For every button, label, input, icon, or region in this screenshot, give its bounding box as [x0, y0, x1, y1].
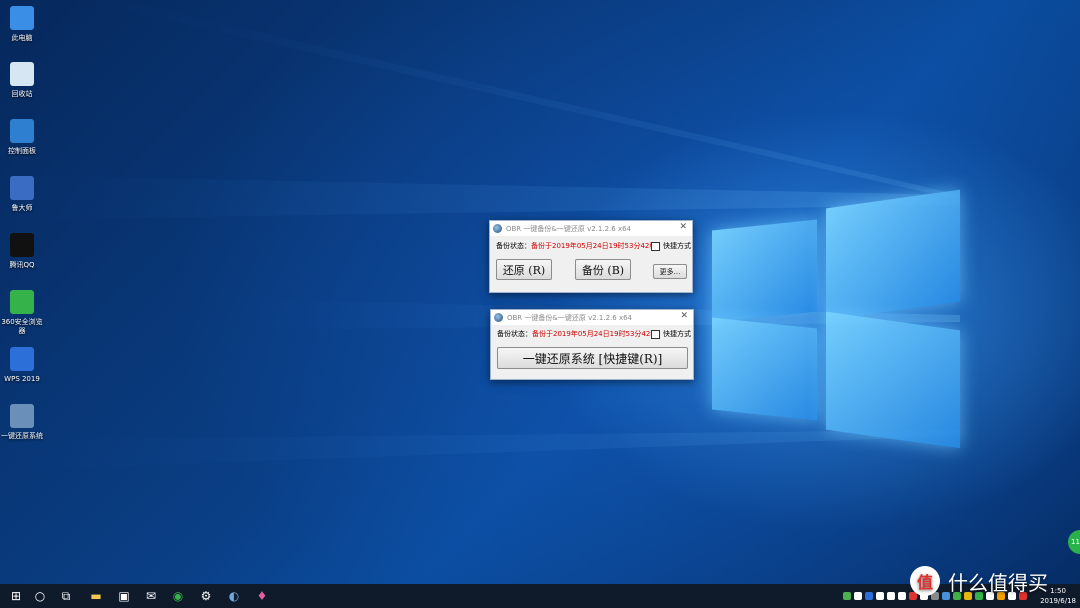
tray-icon[interactable]: [865, 592, 873, 600]
onekey-restore-icon[interactable]: ◐: [226, 588, 242, 604]
windows-logo: [700, 185, 970, 450]
checkbox-box[interactable]: [651, 241, 660, 251]
shortcut-checkbox[interactable]: 快捷方式: [651, 329, 691, 339]
obr-main-dialog[interactable]: OBR 一键备份&一键还原 v2.1.2.6 x64 ✕ 备份状态：备份于201…: [489, 220, 693, 293]
ludashi-icon: [10, 176, 34, 200]
shortcut-checkbox[interactable]: 快捷方式: [651, 241, 691, 251]
restore-button[interactable]: 还原 (R): [496, 259, 552, 280]
obr-app-icon: [494, 313, 503, 322]
desktop-icon-label: 控制面板: [8, 147, 36, 155]
obr-restore-dialog[interactable]: OBR 一键备份&一键还原 v2.1.2.6 x64 ✕ 备份状态：备份于201…: [490, 309, 694, 380]
control-panel-icon: [10, 119, 34, 143]
settings-icon[interactable]: ⚙: [198, 588, 214, 604]
desktop: 此电脑回收站控制面板鲁大师腾讯QQ 360安全浏览器 WPS 2019 一键还原系统 …: [0, 0, 1080, 584]
onekey-restore-system-button[interactable]: 一键还原系统 [快捷键(R)]: [497, 347, 688, 369]
qq-icon: [10, 233, 34, 257]
browser-360-icon[interactable]: ◉: [170, 588, 186, 604]
desktop-icon[interactable]: 控制面板: [0, 119, 44, 156]
backup-button[interactable]: 备份 (B): [575, 259, 631, 280]
close-icon[interactable]: ✕: [680, 311, 688, 321]
watermark-badge: 值: [910, 566, 940, 596]
smzdm-watermark: 值 什么值得买: [910, 566, 1048, 596]
dialog-title: OBR 一键备份&一键还原 v2.1.2.6 x64: [507, 313, 632, 322]
tray-icon[interactable]: [898, 592, 906, 600]
recycle-bin-icon: [10, 62, 34, 86]
shortcut-label: 快捷方式: [663, 242, 691, 250]
close-icon[interactable]: ✕: [679, 222, 687, 232]
task-view-icon[interactable]: ⧉: [58, 588, 74, 604]
tray-icon[interactable]: [854, 592, 862, 600]
status-value: 备份于2019年05月24日19时53分42秒: [532, 330, 658, 338]
clock-date: 2019/6/18: [1040, 597, 1076, 605]
dialog-title: OBR 一键备份&一键还原 v2.1.2.6 x64: [506, 224, 631, 233]
desktop-icon-label: 此电脑: [11, 34, 33, 42]
start-icon[interactable]: ⊞: [8, 588, 24, 604]
checkbox-box[interactable]: [651, 329, 660, 339]
browser-360-icon: [10, 290, 34, 314]
backup-status: 备份状态：备份于2019年05月24日19时53分42秒: [497, 329, 657, 339]
wps-icon: [10, 347, 34, 371]
desktop-icon[interactable]: WPS 2019: [0, 347, 44, 384]
desktop-icon[interactable]: 此电脑: [0, 6, 44, 43]
tray-icon[interactable]: [887, 592, 895, 600]
file-explorer-icon[interactable]: ▬: [88, 588, 104, 604]
status-label: 备份状态：: [496, 242, 531, 250]
more-button[interactable]: 更多...: [653, 264, 687, 279]
desktop-icon[interactable]: 腾讯QQ: [0, 233, 44, 270]
desktop-icon[interactable]: 回收站: [0, 62, 44, 99]
tray-icon[interactable]: [843, 592, 851, 600]
shortcut-label: 快捷方式: [663, 330, 691, 338]
desktop-icon-label: 一键还原系统: [1, 432, 43, 440]
desktop-icon-label: 鲁大师: [11, 204, 33, 212]
store-icon[interactable]: ▣: [116, 588, 132, 604]
desktop-icon[interactable]: 鲁大师: [0, 176, 44, 213]
onekey-restore-icon: [10, 404, 34, 428]
obr-app-icon: [493, 224, 502, 233]
tray-icon[interactable]: [876, 592, 884, 600]
desktop-icon[interactable]: 一键还原系统: [0, 404, 44, 441]
desktop-icon-label: 腾讯QQ: [9, 261, 35, 269]
status-label: 备份状态：: [497, 330, 532, 338]
desktop-icon-label: 回收站: [11, 90, 33, 98]
watermark-text: 什么值得买: [948, 570, 1048, 595]
status-value: 备份于2019年05月24日19时53分42秒: [531, 242, 657, 250]
desktop-icon-label: 360安全浏览器: [1, 318, 43, 335]
search-icon[interactable]: ○: [32, 588, 48, 604]
dialog-titlebar[interactable]: OBR 一键备份&一键还原 v2.1.2.6 x64 ✕: [490, 221, 692, 236]
dialog-titlebar[interactable]: OBR 一键备份&一键还原 v2.1.2.6 x64 ✕: [491, 310, 693, 325]
desktop-icon-label: WPS 2019: [4, 375, 40, 383]
mail-icon[interactable]: ✉: [143, 588, 159, 604]
backup-status: 备份状态：备份于2019年05月24日19时53分42秒: [496, 241, 656, 251]
paint-icon[interactable]: ♦: [254, 588, 270, 604]
desktop-icon[interactable]: 360安全浏览器: [0, 290, 44, 336]
computer-icon: [10, 6, 34, 30]
